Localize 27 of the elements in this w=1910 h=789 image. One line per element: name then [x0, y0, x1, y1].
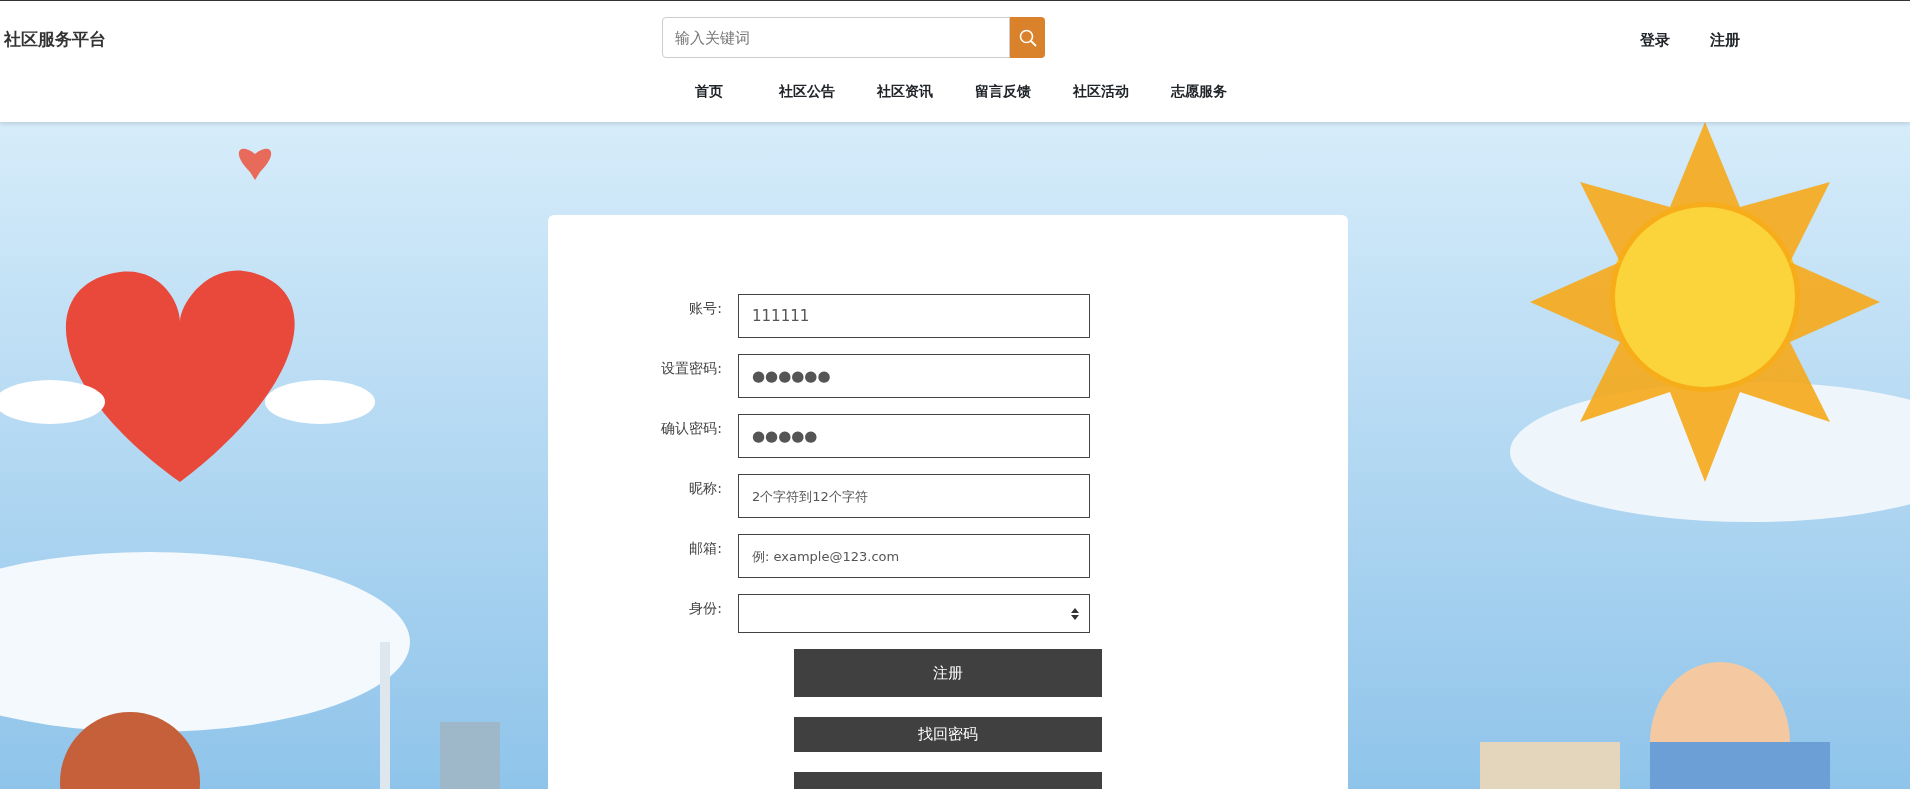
input-field[interactable]: ●●●●●: [738, 414, 1090, 458]
recover-password-button[interactable]: 找回密码: [794, 717, 1102, 752]
field-label: 身份:: [688, 599, 723, 618]
input-field[interactable]: 2个字符到12个字符: [738, 474, 1090, 518]
site-title: 社区服务平台: [4, 28, 106, 51]
nav-link[interactable]: 社区公告: [758, 81, 856, 102]
search-field[interactable]: 输入关键词: [662, 17, 1010, 58]
input-field[interactable]: 111111: [738, 294, 1090, 338]
register-link[interactable]: 注册: [1710, 29, 1740, 52]
field-label: 账号:: [688, 299, 723, 318]
field-label: 邮箱:: [688, 539, 723, 558]
select-field[interactable]: [738, 594, 1090, 633]
field-label: 设置密码:: [660, 359, 723, 378]
field-label: 昵称:: [688, 479, 723, 498]
field-label: 确认密码:: [660, 419, 723, 438]
login-link[interactable]: 登录: [1640, 29, 1670, 52]
nav-link[interactable]: 首页: [660, 81, 758, 102]
register-button[interactable]: 注册: [794, 649, 1102, 697]
sort-caret-icon: [1071, 607, 1079, 620]
search-button[interactable]: [1010, 17, 1045, 58]
input-field[interactable]: 例: example@123.com: [738, 534, 1090, 578]
input-field[interactable]: ●●●●●●: [738, 354, 1090, 398]
nav-link[interactable]: 社区资讯: [856, 81, 954, 102]
nav-link[interactable]: 社区活动: [1052, 81, 1150, 102]
search-icon: [1018, 28, 1037, 47]
nav-link[interactable]: 留言反馈: [954, 81, 1052, 102]
nav-link[interactable]: 志愿服务: [1150, 81, 1248, 102]
